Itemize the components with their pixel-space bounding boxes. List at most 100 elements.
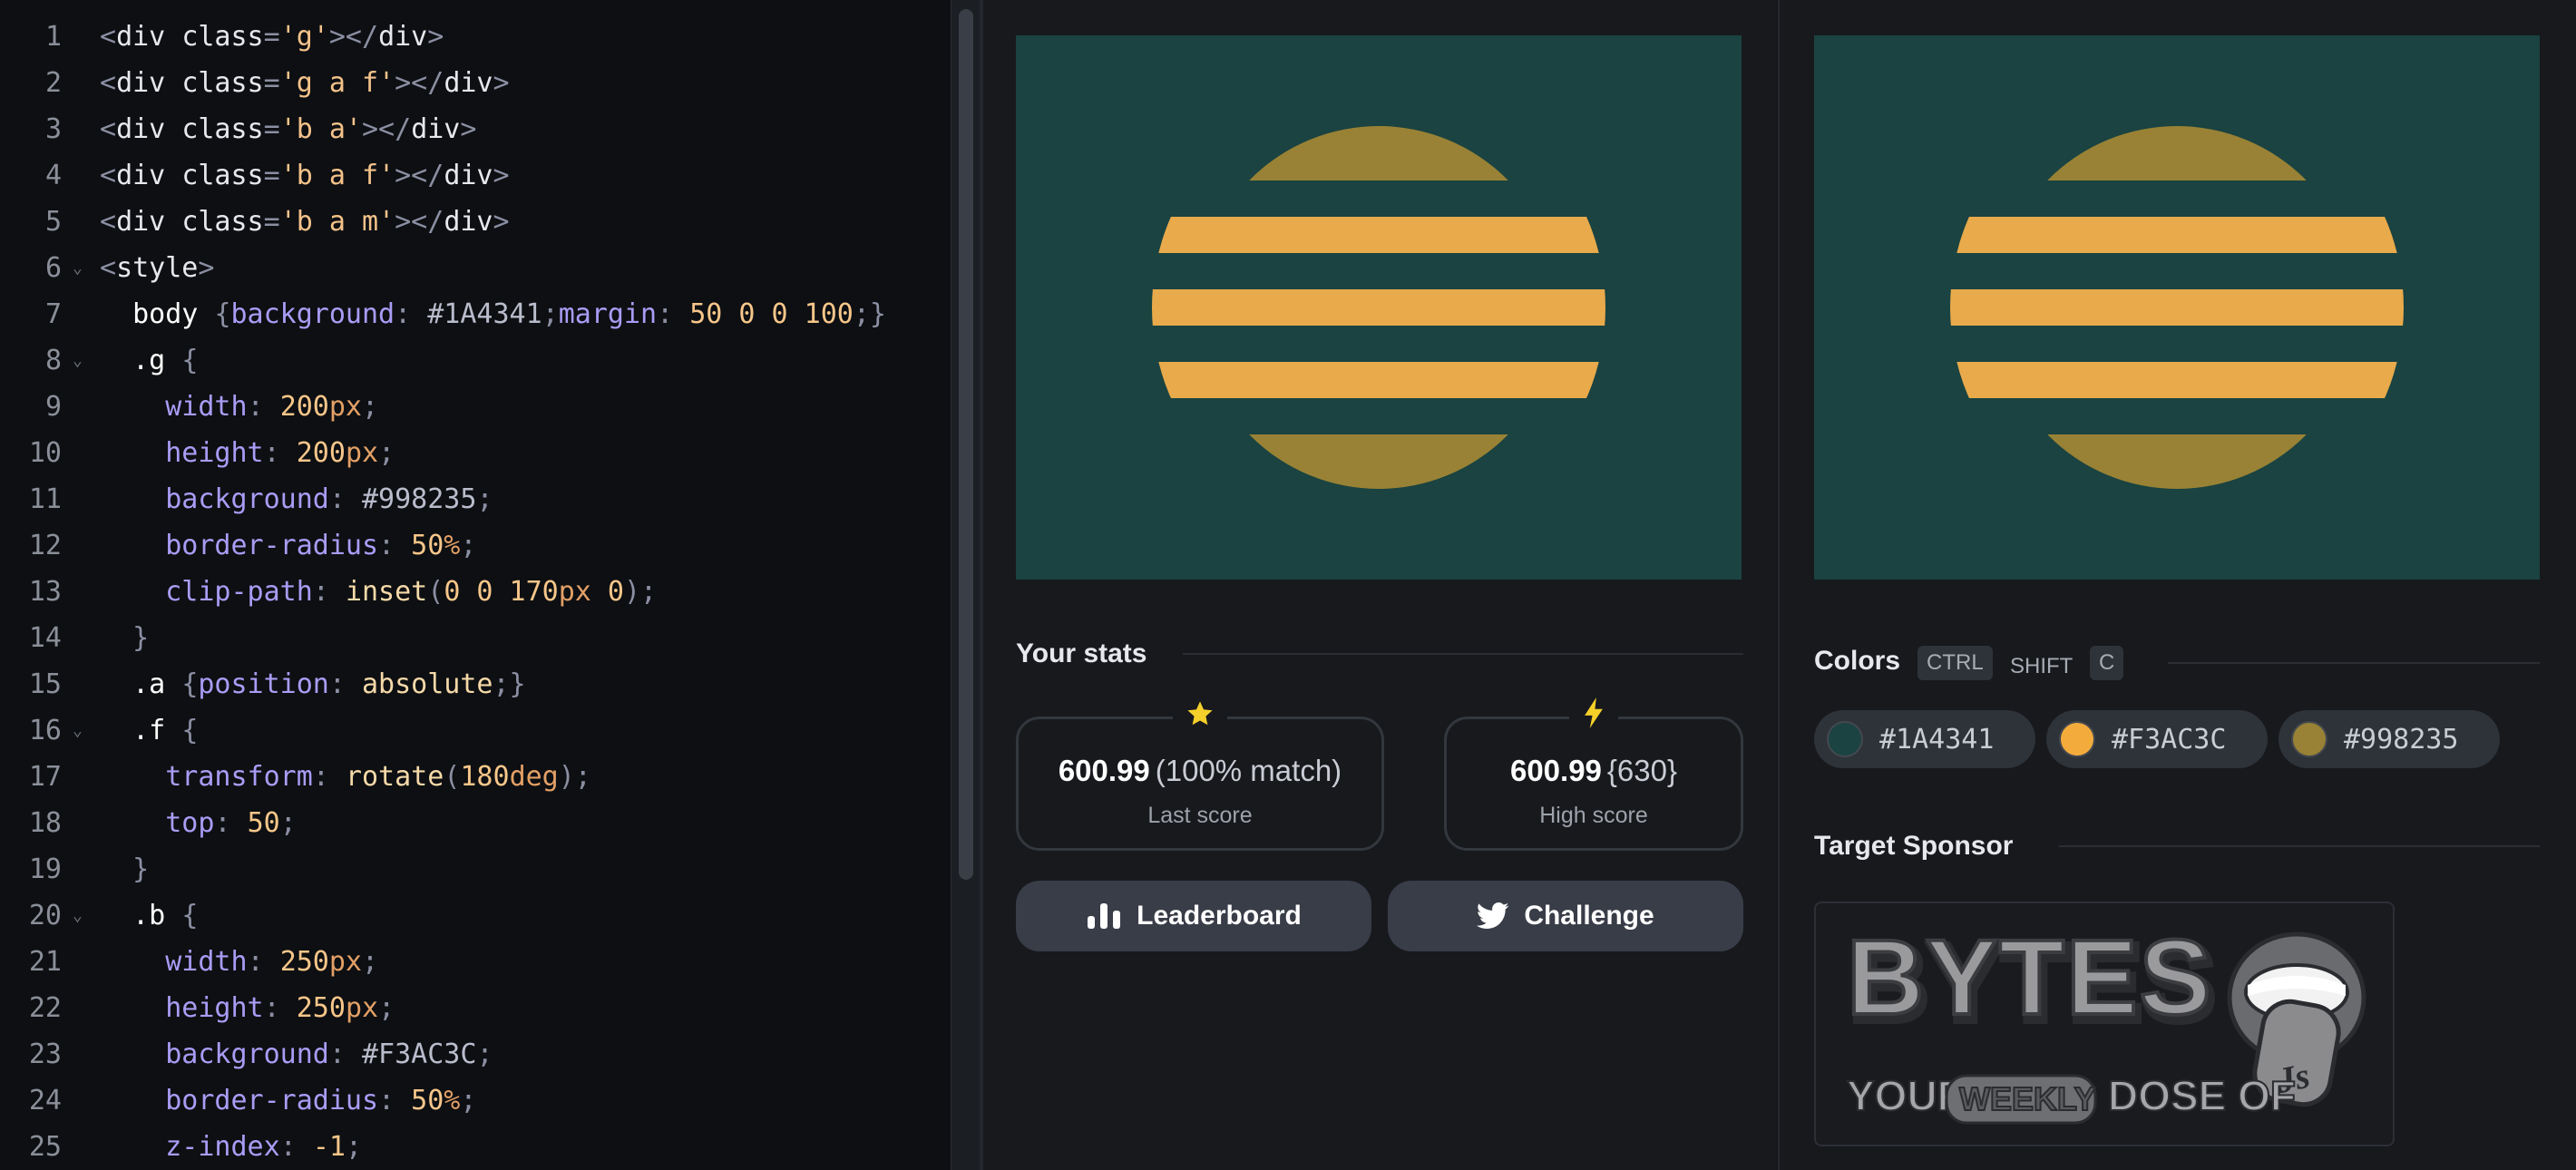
last-score-value: 600.99 <box>1058 754 1150 787</box>
code-text: width: 200px; <box>100 391 379 423</box>
swatch-dot-dark-green <box>1827 721 1863 757</box>
high-score-value: 600.99 <box>1509 754 1602 787</box>
line-number: 7 <box>44 298 62 330</box>
sponsor-rule <box>2059 845 2540 847</box>
code-text: <div class='g'></div> <box>100 21 444 53</box>
challenge-label: Challenge <box>1524 901 1654 931</box>
code-text: top: 50; <box>100 807 297 839</box>
swatch-label-olive: #998235 <box>2344 723 2459 756</box>
high-score-label: High score <box>1539 803 1648 828</box>
last-score-value-line: 600.99 (100% match) <box>1019 754 1381 788</box>
code-text: height: 200px; <box>100 437 395 469</box>
output-preview[interactable] <box>1016 35 1742 580</box>
swatch-label-dark-green: #1A4341 <box>1879 723 1995 756</box>
colors-rule <box>2168 662 2540 664</box>
line-number: 17 <box>28 761 62 793</box>
code-line[interactable]: 24 border-radius: 50%; <box>0 1077 952 1124</box>
line-number: 2 <box>44 67 62 99</box>
code-text: background: #998235; <box>100 483 493 515</box>
fold-chevron-icon[interactable]: ⌄ <box>62 906 100 925</box>
swatch-dark-green[interactable]: #1A4341 <box>1814 710 2035 768</box>
code-text: .g { <box>100 345 199 376</box>
swatch-olive[interactable]: #998235 <box>2278 710 2500 768</box>
line-number: 5 <box>44 206 62 238</box>
code-line[interactable]: 14 } <box>0 615 952 661</box>
sponsor-banner[interactable]: BYTES BYTES Js YOUR WEEKLY DOSE OF <box>1814 902 2395 1146</box>
code-line[interactable]: 3 <div class='b a'></div> <box>0 106 952 152</box>
code-text: z-index: -1; <box>100 1131 362 1163</box>
target-preview[interactable] <box>1814 35 2540 580</box>
code-line[interactable]: 9 width: 200px; <box>0 384 952 430</box>
high-score-target: {630} <box>1606 754 1678 787</box>
code-text: body {background: #1A4341;margin: 50 0 0… <box>100 298 886 330</box>
line-number: 22 <box>28 992 62 1024</box>
code-line[interactable]: 25 z-index: -1; <box>0 1124 952 1170</box>
swatch-label-orange: #F3AC3C <box>2112 723 2227 756</box>
code-text: .a {position: absolute;} <box>100 668 526 700</box>
orange-stripe <box>1152 362 1605 398</box>
tagline-dose-of: DOSE OF <box>2108 1072 2296 1119</box>
code-line[interactable]: 12 border-radius: 50%; <box>0 522 952 569</box>
line-number: 24 <box>28 1085 62 1116</box>
leaderboard-label: Leaderboard <box>1137 901 1302 931</box>
code-line[interactable]: 2 <div class='g a f'></div> <box>0 60 952 106</box>
swatch-orange[interactable]: #F3AC3C <box>2046 710 2268 768</box>
code-line[interactable]: 18 top: 50; <box>0 800 952 846</box>
code-line[interactable]: 11 background: #998235; <box>0 476 952 522</box>
code-text: border-radius: 50%; <box>100 1085 477 1116</box>
editor-scroll-thumb[interactable] <box>959 9 973 880</box>
code-line[interactable]: 10 height: 200px; <box>0 430 952 476</box>
code-line[interactable]: 6 ⌄ <style> <box>0 245 952 291</box>
code-line[interactable]: 22 height: 250px; <box>0 985 952 1031</box>
code-text: transform: rotate(180deg); <box>100 761 591 793</box>
code-line[interactable]: 23 background: #F3AC3C; <box>0 1031 952 1077</box>
line-number: 13 <box>28 576 62 608</box>
swatch-dot-olive <box>2291 721 2327 757</box>
high-score-value-line: 600.99 {630} <box>1447 754 1741 788</box>
code-text: } <box>100 853 150 885</box>
output-panel: Your stats 600.99 (100% match) Last score… <box>983 0 1776 1170</box>
code-line[interactable]: 7 body {background: #1A4341;margin: 50 0… <box>0 291 952 337</box>
code-line[interactable]: 5 <div class='b a m'></div> <box>0 199 952 245</box>
leaderboard-button[interactable]: Leaderboard <box>1016 881 1371 951</box>
challenge-button[interactable]: Challenge <box>1388 881 1743 951</box>
fold-chevron-icon[interactable]: ⌄ <box>62 351 100 370</box>
code-line[interactable]: 15 .a {position: absolute;} <box>0 661 952 707</box>
fold-chevron-icon[interactable]: ⌄ <box>62 258 100 278</box>
code-text: <style> <box>100 252 215 284</box>
code-line[interactable]: 4 <div class='b a f'></div> <box>0 152 952 199</box>
line-number: 14 <box>28 622 62 654</box>
lightning-icon <box>1569 696 1618 741</box>
code-text: <div class='g a f'></div> <box>100 67 510 99</box>
fold-chevron-icon[interactable]: ⌄ <box>62 721 100 740</box>
target-artwork <box>1950 126 2404 489</box>
code-line[interactable]: 16 ⌄ .f { <box>0 707 952 754</box>
code-editor[interactable]: 1 <div class='g'></div> 2 <div class='g a f… <box>0 0 980 1170</box>
line-number: 3 <box>44 113 62 145</box>
line-number: 1 <box>44 21 62 53</box>
last-score-card: 600.99 (100% match) Last score <box>1016 696 1384 851</box>
orange-stripe <box>1152 217 1605 253</box>
last-score-label: Last score <box>1147 803 1253 828</box>
line-number: 12 <box>28 530 62 561</box>
code-line[interactable]: 19 } <box>0 846 952 892</box>
code-line[interactable]: 1 <div class='g'></div> <box>0 14 952 60</box>
line-number: 25 <box>28 1131 62 1163</box>
code-line[interactable]: 21 width: 250px; <box>0 939 952 985</box>
colors-title: Colors <box>1814 646 1901 676</box>
code-text: <div class='b a m'></div> <box>100 206 510 238</box>
code-line[interactable]: 17 transform: rotate(180deg); <box>0 754 952 800</box>
orange-stripe <box>1152 289 1605 326</box>
sponsor-title: Target Sponsor <box>1814 831 2014 861</box>
shortcut-key-shift: SHIFT <box>2010 654 2073 678</box>
editor-scrollbar[interactable] <box>951 0 980 1170</box>
code-line[interactable]: 20 ⌄ .b { <box>0 892 952 939</box>
shortcut-key-ctrl: CTRL <box>1917 646 1993 680</box>
orange-stripe <box>1950 289 2404 326</box>
line-number: 10 <box>28 437 62 469</box>
star-icon <box>1173 696 1227 741</box>
code-line[interactable]: 8 ⌄ .g { <box>0 337 952 384</box>
code-line[interactable]: 13 clip-path: inset(0 0 170px 0); <box>0 569 952 615</box>
bytes-logo: BYTES BYTES Js YOUR WEEKLY DOSE OF <box>1845 916 2366 1125</box>
code-text: clip-path: inset(0 0 170px 0); <box>100 576 658 608</box>
